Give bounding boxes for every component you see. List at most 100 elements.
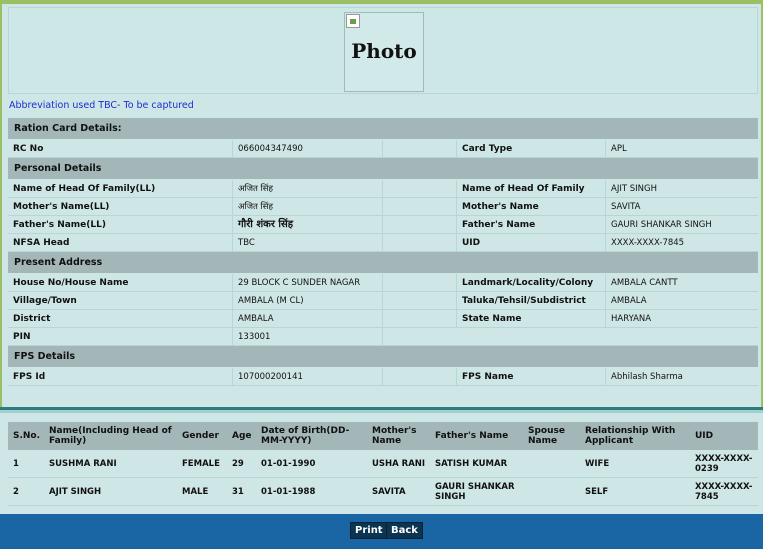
table-row: RC No 066004347490 Card Type APL <box>8 140 758 158</box>
field-label <box>457 328 606 345</box>
field-label: Mother's Name <box>457 198 606 215</box>
table-row: Name of Head Of Family(LL) अजित सिंह Nam… <box>8 180 758 198</box>
cell-spouse-name <box>523 478 580 505</box>
column-header: UID <box>695 431 714 441</box>
spacer-cell <box>383 234 457 251</box>
table-row: House No/House Name 29 BLOCK C SUNDER NA… <box>8 274 758 292</box>
field-value: HARYANA <box>611 314 652 324</box>
field-value: AJIT SINGH <box>611 184 657 194</box>
broken-image-icon <box>346 14 360 28</box>
field-label: Name of Head Of Family(LL) <box>8 180 233 197</box>
field-label: Card Type <box>457 140 606 157</box>
table-row: NFSA Head TBC UID XXXX-XXXX-7845 <box>8 234 758 252</box>
section-heading-address: Present Address <box>8 252 758 274</box>
column-header: Spouse Name <box>528 426 565 446</box>
cell-gender: FEMALE <box>182 458 220 469</box>
cell-name: AJIT SINGH <box>49 486 102 497</box>
field-label: FPS Name <box>457 368 606 385</box>
field-label: State Name <box>457 310 606 327</box>
field-value <box>606 328 758 345</box>
section-heading-fps: FPS Details <box>8 346 758 368</box>
field-label: Village/Town <box>8 292 233 309</box>
footer-bar: Print Back <box>0 514 763 549</box>
cell-father-name: GAURI SHANKAR SINGH <box>435 481 515 502</box>
table-row: 2 AJIT SINGH MALE 31 01-01-1988 SAVITA G… <box>8 478 758 506</box>
field-label: FPS Id <box>8 368 233 385</box>
field-value: 107000200141 <box>233 368 383 385</box>
print-button[interactable]: Print <box>350 522 388 539</box>
field-value: Abhilash Sharma <box>611 372 683 382</box>
cell-relationship: WIFE <box>585 458 610 469</box>
cell-spouse-name <box>523 450 580 477</box>
field-label: Father's Name <box>457 216 606 233</box>
cell-relationship: SELF <box>585 486 609 497</box>
table-row: PIN 133001 <box>8 328 758 346</box>
spacer-cell <box>383 292 457 309</box>
field-value: 066004347490 <box>233 140 383 157</box>
table-row: Village/Town AMBALA (M CL) Taluka/Tehsil… <box>8 292 758 310</box>
cell-sno: 1 <box>13 458 19 469</box>
cell-mother-name: USHA RANI <box>372 458 426 469</box>
cell-uid: XXXX-XXXX-0239 <box>695 453 753 474</box>
field-label: Taluka/Tehsil/Subdistrict <box>457 292 606 309</box>
left-border <box>0 0 2 410</box>
table-row: 1 SUSHMA RANI FEMALE 29 01-01-1990 USHA … <box>8 450 758 478</box>
table-row: Mother's Name(LL) अजित सिंह Mother's Nam… <box>8 198 758 216</box>
spacer-cell <box>383 198 457 215</box>
section-heading-ration-card: Ration Card Details: <box>8 118 758 140</box>
section-divider-light <box>0 410 763 413</box>
table-row: District AMBALA State Name HARYANA <box>8 310 758 328</box>
column-header: Mother's Name <box>372 426 417 446</box>
column-header: Gender <box>182 431 219 441</box>
field-label: Father's Name(LL) <box>8 216 233 233</box>
top-border <box>0 0 763 4</box>
column-header: Relationship With Applicant <box>585 426 676 446</box>
members-table-header: S.No. Name(Including Head of Family) Gen… <box>8 422 758 450</box>
column-header: Age <box>232 431 252 441</box>
cell-uid: XXXX-XXXX-7845 <box>695 481 753 502</box>
field-label: House No/House Name <box>8 274 233 291</box>
field-label: Mother's Name(LL) <box>8 198 233 215</box>
column-header: Father's Name <box>435 431 509 441</box>
field-value: TBC <box>233 234 383 251</box>
spacer-cell <box>383 310 457 327</box>
field-label: District <box>8 310 233 327</box>
column-header: Name(Including Head of Family) <box>49 426 172 446</box>
field-value: 133001 <box>233 328 383 345</box>
spacer-cell <box>383 328 457 345</box>
details-table: Ration Card Details: RC No 066004347490 … <box>8 118 758 386</box>
cell-name: SUSHMA RANI <box>49 458 117 469</box>
cell-age: 31 <box>232 486 244 497</box>
spacer-cell <box>383 216 457 233</box>
spacer-cell <box>383 180 457 197</box>
field-label: UID <box>457 234 606 251</box>
field-value: 29 BLOCK C SUNDER NAGAR <box>233 274 383 291</box>
field-value: GAURI SHANKAR SINGH <box>611 220 712 230</box>
spacer-cell <box>383 368 457 385</box>
field-value: AMBALA (M CL) <box>233 292 383 309</box>
section-heading-personal: Personal Details <box>8 158 758 180</box>
cell-mother-name: SAVITA <box>372 486 406 497</box>
field-label: Landmark/Locality/Colony <box>457 274 606 291</box>
table-row: FPS Id 107000200141 FPS Name Abhilash Sh… <box>8 368 758 386</box>
field-value: AMBALA CANTT <box>611 278 678 288</box>
column-header: S.No. <box>13 431 41 441</box>
field-value: APL <box>611 144 627 154</box>
field-value: अजित सिंह <box>233 198 383 215</box>
cell-dob: 01-01-1990 <box>261 458 316 469</box>
spacer-cell <box>383 274 457 291</box>
field-value: XXXX-XXXX-7845 <box>611 238 685 248</box>
photo-placeholder: Photo <box>344 12 424 92</box>
photo-label: Photo <box>351 39 417 63</box>
field-label: Name of Head Of Family <box>457 180 606 197</box>
back-button[interactable]: Back <box>386 522 423 539</box>
field-value: SAVITA <box>611 202 641 212</box>
field-label: RC No <box>8 140 233 157</box>
cell-age: 29 <box>232 458 244 469</box>
members-table: S.No. Name(Including Head of Family) Gen… <box>8 422 758 506</box>
cell-gender: MALE <box>182 486 209 497</box>
table-row: Father's Name(LL) गौरी शंकर सिंह Father'… <box>8 216 758 234</box>
field-label: NFSA Head <box>8 234 233 251</box>
field-value: गौरी शंकर सिंह <box>233 216 383 233</box>
abbreviation-note: Abbreviation used TBC- To be captured <box>9 100 194 111</box>
